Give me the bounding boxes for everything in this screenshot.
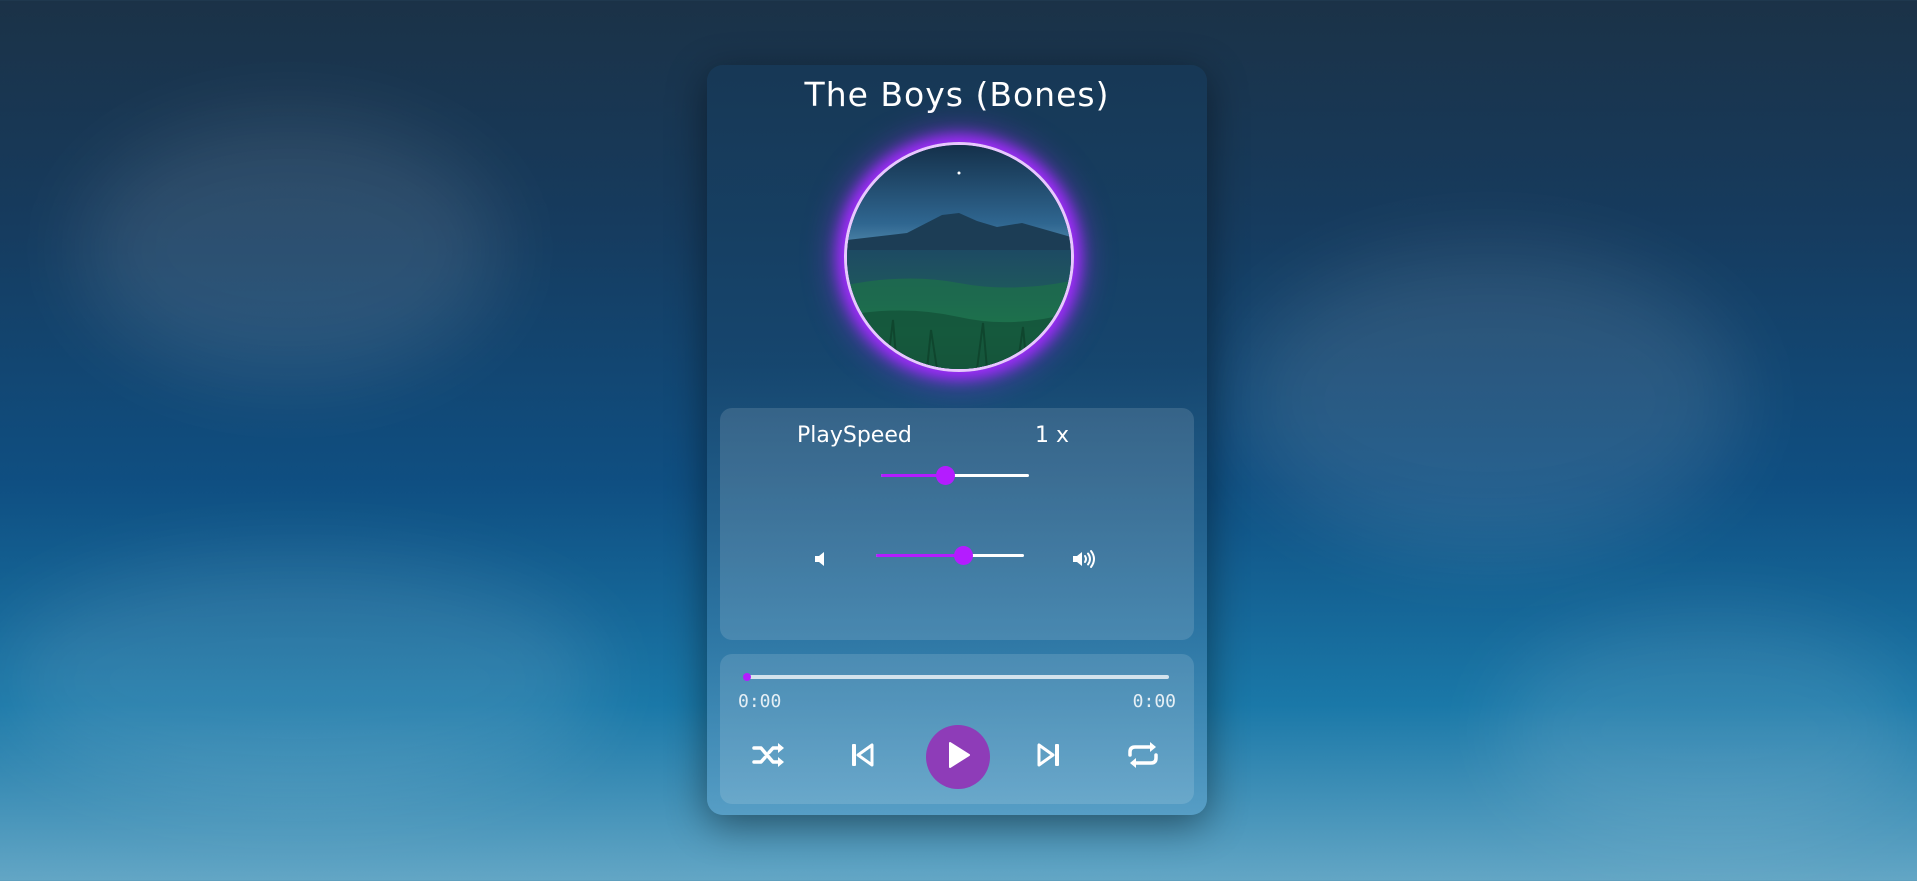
playspeed-slider-thumb[interactable] [935,466,955,485]
play-button[interactable] [926,725,990,789]
background-cloud [1500,620,1917,840]
total-time: 0:00 [1132,691,1176,712]
volume-slider-thumb[interactable] [954,546,974,565]
background-cloud [0,560,600,800]
shuffle-icon [751,739,787,775]
shuffle-button[interactable] [746,734,792,780]
settings-panel: PlaySpeed 1 x [720,408,1194,640]
controls-panel: 0:00 0:00 [720,654,1194,804]
background-cloud [1240,250,1740,550]
skip-back-icon [849,741,875,773]
album-cover [844,142,1074,372]
volume-high-icon[interactable] [1070,546,1100,572]
repeat-button[interactable] [1120,734,1166,780]
playspeed-value: 1 x [1035,423,1070,448]
repeat-icon [1125,739,1161,775]
song-title: The Boys (Bones) [804,75,1110,114]
background-cloud [80,120,500,380]
progress-bar[interactable] [743,673,1169,681]
music-player-card: The Boys (Bones) PlaySpeed 1 x 0:00 0:00 [707,65,1207,815]
previous-button[interactable] [839,734,885,780]
play-icon [943,739,973,775]
current-time: 0:00 [738,691,782,712]
next-button[interactable] [1026,734,1072,780]
volume-slider-fill [876,554,964,557]
album-cover-image [847,145,1071,369]
progress-bar-thumb[interactable] [743,673,751,681]
volume-slider[interactable] [876,546,1024,565]
volume-low-icon[interactable] [808,546,834,572]
playspeed-slider[interactable] [881,466,1029,485]
skip-forward-icon [1036,741,1062,773]
playspeed-label: PlaySpeed [797,423,912,448]
